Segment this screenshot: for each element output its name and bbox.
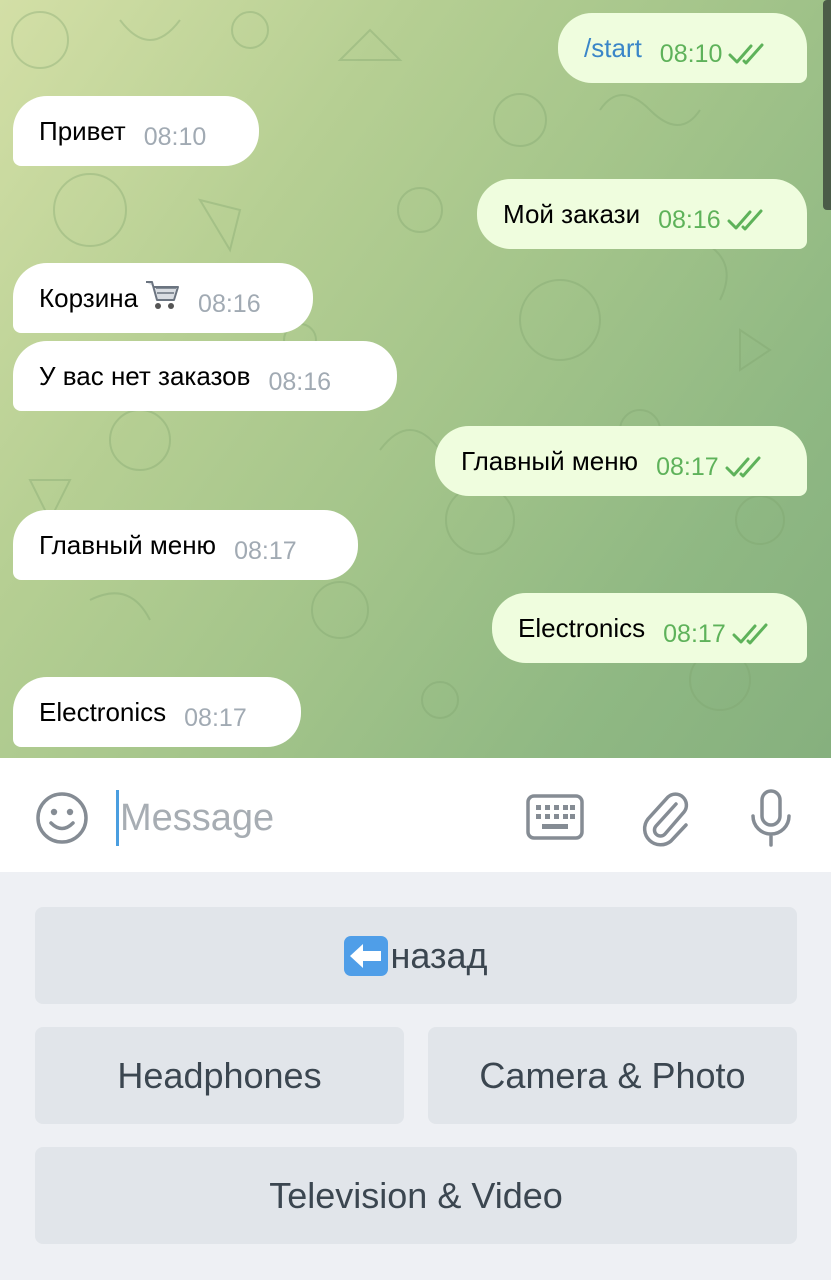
television-video-button-label: Television & Video [269, 1174, 563, 1216]
message-text: Electronics [518, 612, 646, 643]
message-outgoing[interactable]: /start 08:10 [558, 13, 807, 83]
shopping-cart-icon [146, 281, 180, 309]
message-input[interactable] [120, 788, 500, 848]
keyboard-icon[interactable] [526, 794, 584, 840]
attach-icon[interactable] [640, 788, 692, 848]
message-text: Привет [39, 115, 126, 146]
message-time: 08:10 [143, 122, 207, 151]
message-incoming[interactable]: У вас нет заказов 08:16 [13, 341, 397, 411]
message-outgoing[interactable]: Главный меню 08:17 [435, 426, 807, 496]
message-text: Главный меню [461, 445, 639, 476]
back-button[interactable]: назад [35, 907, 797, 1004]
message-text: Мой закази [503, 198, 641, 229]
message-outgoing[interactable]: Мой закази 08:16 [477, 179, 807, 249]
message-text: У вас нет заказов [39, 360, 251, 391]
double-check-icon [727, 209, 763, 231]
headphones-button-label: Headphones [117, 1054, 322, 1096]
message-time: 08:10 [659, 39, 723, 68]
emoji-icon[interactable] [34, 790, 90, 846]
camera-photo-button-label: Camera & Photo [479, 1054, 746, 1096]
message-time: 08:16 [268, 367, 331, 396]
message-time: 08:17 [656, 452, 719, 481]
message-time: 08:16 [658, 205, 721, 234]
bot-command-link[interactable]: /start [584, 33, 642, 64]
bot-reply-keyboard: назад Headphones Camera & Photo Televisi… [0, 872, 831, 1280]
message-incoming[interactable]: Electronics 08:17 [13, 677, 301, 747]
double-check-icon [728, 43, 764, 65]
scroll-indicator[interactable] [823, 0, 831, 210]
microphone-icon[interactable] [748, 788, 794, 848]
message-incoming[interactable]: Главный меню 08:17 [13, 510, 358, 580]
message-text: Electronics [39, 696, 167, 727]
message-text: Главный меню [39, 529, 217, 560]
message-time: 08:17 [234, 536, 297, 565]
television-video-button[interactable]: Television & Video [35, 1147, 797, 1244]
double-check-icon [732, 623, 768, 645]
message-incoming[interactable]: Корзина 08:16 [13, 263, 313, 333]
message-time: 08:17 [184, 703, 247, 732]
double-check-icon [725, 456, 761, 478]
message-time: 08:16 [198, 289, 261, 318]
text-cursor [116, 790, 119, 846]
camera-photo-button[interactable]: Camera & Photo [428, 1027, 797, 1124]
back-button-label: назад [390, 934, 488, 976]
message-composer [0, 758, 831, 872]
headphones-button[interactable]: Headphones [35, 1027, 404, 1124]
left-arrow-icon [344, 935, 389, 976]
message-time: 08:17 [663, 619, 726, 648]
message-text: Корзина [39, 282, 139, 313]
chat-area[interactable]: /start 08:10 Привет 08:10 Мой закази 08:… [0, 0, 831, 758]
message-outgoing[interactable]: Electronics 08:17 [492, 593, 807, 663]
message-incoming[interactable]: Привет 08:10 [13, 96, 259, 166]
